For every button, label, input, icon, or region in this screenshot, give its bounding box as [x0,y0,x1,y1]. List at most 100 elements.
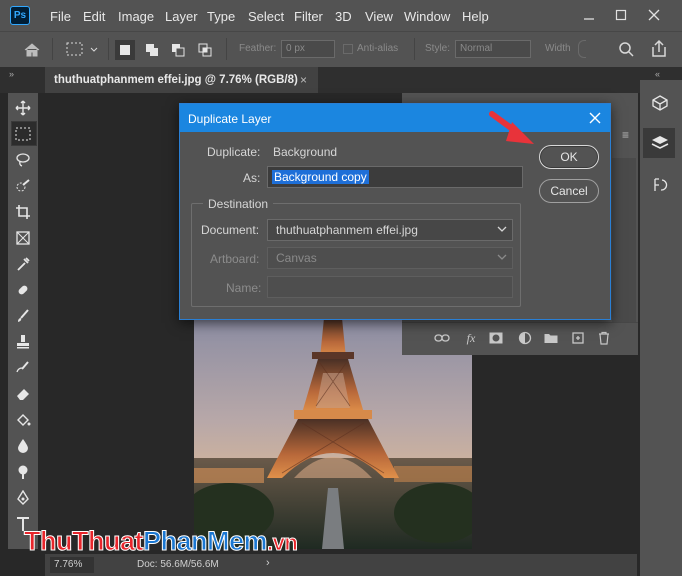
as-label: As: [243,171,261,185]
menu-file[interactable]: File [50,9,71,24]
cancel-button[interactable]: Cancel [539,179,599,203]
quick-selection-tool-icon[interactable] [12,175,34,197]
artboard-label: Artboard: [210,252,260,266]
menu-select[interactable]: Select [248,9,284,24]
style-select[interactable]: Normal [455,40,531,58]
document-select[interactable]: thuthuatphanmem effei.jpg [267,219,513,241]
watermark-part-5: .vn [267,530,299,556]
share-icon[interactable] [650,39,668,59]
menu-edit[interactable]: Edit [83,9,105,24]
menu-type[interactable]: Type [207,9,235,24]
adjustment-icon[interactable] [517,330,533,346]
annotation-arrow-icon [488,108,540,153]
menu-image[interactable]: Image [118,9,154,24]
document-size-info: Doc: 56.6M/56.6M [137,559,219,570]
watermark-part-3: Phan [142,526,208,557]
options-divider [414,38,415,60]
lasso-tool-icon[interactable] [12,149,34,171]
crop-tool-icon[interactable] [12,201,34,223]
artboard-select: Canvas [267,247,513,269]
blur-tool-icon[interactable] [12,435,34,457]
feather-input[interactable]: 0 px [281,40,335,58]
menu-layer[interactable]: Layer [165,9,198,24]
zoom-level-field[interactable]: 7.76% [50,557,94,573]
marquee-preset-icon[interactable] [64,40,100,60]
intersect-selection-icon[interactable] [195,40,215,60]
as-name-selected-text: Background copy [272,170,369,184]
history-brush-tool-icon[interactable] [12,357,34,379]
layers-panel-strip [612,158,636,330]
antialias-label: Anti-alias [357,43,399,54]
history-panel-icon[interactable] [649,174,671,196]
watermark-part-1: Thu [24,526,73,557]
destination-legend: Destination [203,197,274,211]
dodge-tool-icon[interactable] [12,461,34,483]
new-selection-icon[interactable] [115,40,135,60]
name-input [267,276,513,298]
style-label: Style: [425,43,451,54]
paint-bucket-tool-icon[interactable] [12,409,34,431]
3d-panel-icon[interactable] [649,92,671,114]
watermark-part-4: Mem [206,526,268,557]
document-label: Document: [201,223,260,237]
width-label: Width [545,43,571,54]
clone-stamp-tool-icon[interactable] [12,331,34,353]
folder-icon[interactable] [543,330,559,346]
menu-filter[interactable]: Filter [294,9,323,24]
move-tool-icon[interactable] [12,97,34,119]
options-divider [52,38,53,60]
name-label: Name: [226,281,262,295]
search-icon[interactable] [618,39,634,59]
fx-icon[interactable]: fx [463,330,479,346]
dialog-title: Duplicate Layer [188,112,272,126]
link-icon[interactable] [434,330,450,346]
menu-3d[interactable]: 3D [335,9,352,24]
layers-panel-icon [649,132,671,154]
pen-tool-icon[interactable] [12,487,34,509]
feather-label: Feather: [239,43,277,54]
document-tab-title: thuthuatphanmem effei.jpg @ 7.76% (RGB/8… [54,74,298,86]
options-divider [226,38,227,60]
ok-button[interactable]: OK [539,145,599,169]
home-icon[interactable] [22,40,42,60]
document-select-value: thuthuatphanmem effei.jpg [276,223,418,237]
rectangular-marquee-tool-icon[interactable] [12,123,34,145]
layers-panel-menu-icon[interactable]: ≡ [622,128,629,142]
collapse-panel-icon[interactable]: » [9,69,14,79]
new-layer-icon[interactable] [570,330,586,346]
photoshop-logo[interactable]: Ps [10,6,30,25]
duplicate-value: Background [273,145,338,159]
width-input[interactable] [578,40,586,58]
status-expand-icon[interactable]: › [266,557,270,569]
eraser-tool-icon[interactable] [12,383,34,405]
minimize-icon[interactable] [578,5,600,25]
status-bar [45,554,637,576]
menu-help[interactable]: Help [462,9,489,24]
maximize-icon[interactable] [610,5,632,25]
antialias-checkbox[interactable] [343,44,353,54]
mask-icon[interactable] [488,330,504,346]
menu-view[interactable]: View [365,9,393,24]
watermark-part-2: Thuat [71,526,144,557]
eyedropper-tool-icon[interactable] [12,253,34,275]
tab-close-icon[interactable]: × [300,73,307,87]
collapse-dock-icon[interactable]: « [655,69,660,79]
chevron-down-icon [497,252,507,265]
tab-document[interactable]: thuthuatphanmem effei.jpg @ 7.76% (RGB/8… [45,67,318,93]
options-divider [108,38,109,60]
menu-window[interactable]: Window [404,9,450,24]
healing-brush-tool-icon[interactable] [12,279,34,301]
chevron-down-icon [497,224,507,237]
add-selection-icon[interactable] [142,40,162,60]
as-name-input[interactable]: Background copy [267,166,523,188]
subtract-selection-icon[interactable] [168,40,188,60]
frame-tool-icon[interactable] [12,227,34,249]
close-icon[interactable] [643,5,665,25]
style-select-value: Normal [460,43,493,54]
brush-tool-icon[interactable] [12,305,34,327]
watermark-logo: ThuThuatPhanMem.vn [24,526,299,557]
duplicate-label: Duplicate: [207,145,261,159]
artboard-select-value: Canvas [276,251,317,265]
dialog-close-icon[interactable] [584,107,606,129]
trash-icon[interactable] [596,330,612,346]
